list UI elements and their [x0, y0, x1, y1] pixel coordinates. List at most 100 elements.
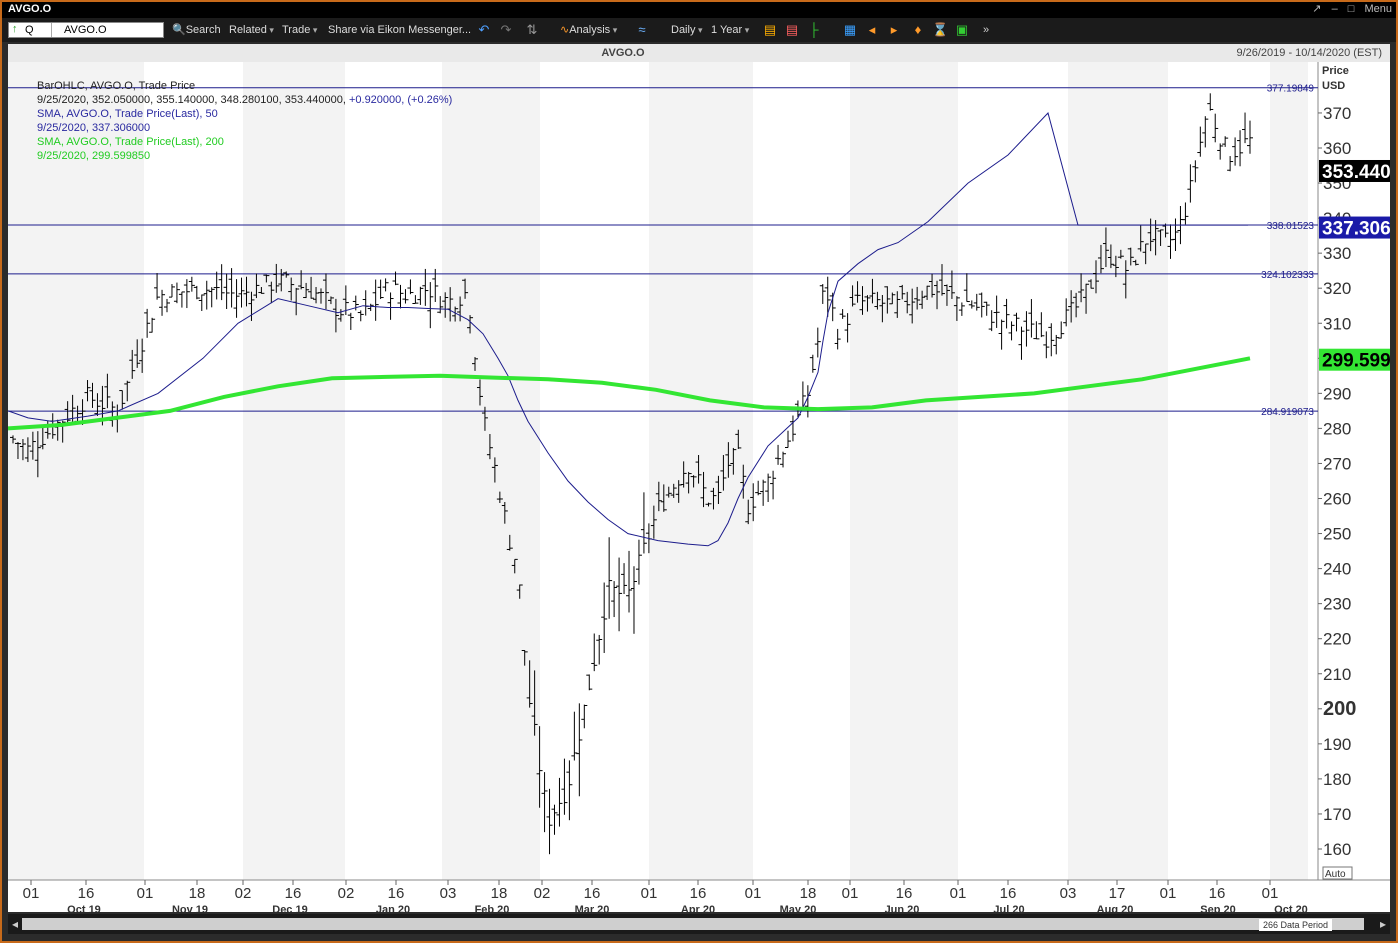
scroll-left-arrow-icon[interactable]: ◂ — [9, 917, 21, 931]
chart-area[interactable]: 160 170 180 190 200 210 220 230 240 250 260 270 280 2… — [8, 62, 1390, 912]
x-month-label: Jul 20 — [993, 904, 1024, 912]
month-band — [649, 62, 753, 880]
x-month-label: Sep 20 — [1200, 904, 1235, 912]
ohlc-bar — [1167, 224, 1174, 259]
compare-chart-icon[interactable]: ▤ — [784, 22, 800, 38]
expand-icon[interactable]: ↗ — [1312, 3, 1321, 15]
scroll-end-icon[interactable]: ▸ — [886, 22, 902, 38]
sma50-line — [8, 112, 1248, 547]
ohlc-bar — [1222, 136, 1229, 147]
x-tick-label: 18 — [491, 885, 508, 902]
ohlc-bar — [958, 302, 965, 316]
symbol-prefix[interactable]: Q — [25, 24, 34, 36]
y-axis-label: Price — [1322, 65, 1349, 77]
x-tick-label: 01 — [842, 885, 859, 902]
chart-legend: BarOHLC, AVGO.O, Trade Price 9/25/2020, … — [37, 79, 452, 163]
ohlc-bar — [606, 537, 613, 619]
y-tick-label: 260 — [1323, 490, 1351, 509]
x-tick-label: 01 — [23, 885, 40, 902]
legend-ohlc-numbers: 9/25/2020, 352.050000, 355.140000, 348.2… — [37, 94, 346, 106]
ohlc-bar — [755, 480, 762, 496]
x-month-label: Dec 19 — [272, 904, 307, 912]
window-title: AVGO.O — [8, 3, 52, 15]
trade-menu[interactable]: Trade — [282, 22, 317, 38]
share-button[interactable]: Share via Eikon Messenger... — [328, 22, 471, 38]
more-icon[interactable]: » — [978, 22, 994, 38]
ohlc-bar — [601, 582, 608, 653]
ohlc-bar — [576, 703, 583, 797]
ohlc-bar — [159, 289, 166, 316]
related-menu[interactable]: Related — [229, 22, 274, 38]
ohlc-bar — [541, 772, 548, 833]
undo-icon[interactable]: ↶ — [476, 22, 492, 38]
ohlc-bar — [973, 293, 980, 311]
ohlc-bar — [188, 276, 195, 292]
select-icon[interactable]: ▣ — [954, 22, 970, 38]
x-month-label: Oct 20 — [1274, 904, 1308, 912]
month-band — [442, 62, 540, 880]
redo-icon[interactable]: ↷ — [498, 22, 514, 38]
search-button[interactable]: 🔍Search — [172, 22, 221, 38]
scroll-right-arrow-icon[interactable]: ▸ — [1377, 917, 1389, 931]
analysis-label: Analysis — [569, 24, 611, 36]
y-tick-label: 180 — [1323, 770, 1351, 789]
y-tick-label: 230 — [1323, 595, 1351, 614]
ohlc-bar — [427, 282, 434, 329]
ohlc-bar — [1242, 112, 1249, 144]
price-chart[interactable]: 160 170 180 190 200 210 220 230 240 250 260 270 280 2… — [8, 62, 1390, 912]
legend-ohlc-change: +0.920000, (+0.26%) — [348, 94, 453, 106]
ohlc-bar — [1003, 298, 1010, 329]
ohlc-bar — [372, 279, 379, 321]
window-controls: ↗ – □ Menu — [1305, 2, 1392, 15]
y-tick-label: 280 — [1323, 419, 1351, 438]
analysis-menu[interactable]: ∿Analysis — [560, 22, 617, 38]
auto-scale-label: Auto — [1325, 869, 1346, 880]
crosshair-icon[interactable]: ⇅ — [524, 22, 540, 38]
data-period-label: 266 Data Period — [1258, 919, 1332, 931]
symbol-box[interactable]: ↑ Q — [8, 22, 164, 38]
ohlc-bar — [367, 303, 374, 312]
symbol-input[interactable] — [64, 23, 159, 37]
time-scrollbar[interactable]: ◂ 266 Data Period ▸ — [8, 914, 1390, 934]
interval-menu[interactable]: Daily — [671, 22, 702, 38]
scrollbar-track[interactable] — [22, 918, 1364, 930]
restore-icon[interactable]: □ — [1348, 3, 1355, 15]
ohlc-bar — [551, 804, 558, 835]
line-chart-icon[interactable]: ▤ — [762, 22, 778, 38]
y-tick-label: 210 — [1323, 665, 1351, 684]
menu-button[interactable]: Menu — [1364, 3, 1392, 15]
ohlc-bar — [1048, 323, 1055, 357]
up-arrow-icon: ↑ — [12, 23, 18, 35]
ohlc-bar — [154, 273, 161, 300]
ohlc-bar — [218, 264, 225, 301]
ohlc-bar — [784, 430, 791, 449]
ohlc-bar — [407, 279, 414, 295]
indicator-icon[interactable]: ├ — [806, 22, 822, 38]
y-tick-label: 290 — [1323, 384, 1351, 403]
x-month-label: Jan 20 — [376, 904, 410, 912]
wave-icon[interactable]: ≈ — [634, 22, 650, 38]
ohlc-bar — [1058, 321, 1065, 339]
zoom-vertical-icon[interactable]: ♦ — [910, 22, 926, 38]
ohlc-bar — [591, 633, 598, 672]
legend-ohlc-values: 9/25/2020, 352.050000, 355.140000, 348.2… — [37, 93, 452, 107]
last-price-tag: 353.440 — [1319, 159, 1390, 183]
ohlc-bar — [1247, 120, 1253, 154]
minimize-icon[interactable]: – — [1332, 3, 1338, 15]
reference-line-label: 324.102333 — [1261, 270, 1314, 281]
scroll-left-icon[interactable]: ◂ — [864, 22, 880, 38]
ohlc-bar — [626, 550, 633, 613]
y-tick-label: 220 — [1323, 630, 1351, 649]
chart-symbol: AVGO.O — [601, 47, 645, 59]
table-icon[interactable]: ▦ — [842, 22, 858, 38]
hourglass-icon[interactable]: ⌛ — [932, 22, 948, 38]
search-icon: 🔍 — [172, 24, 186, 36]
ohlc-bar — [362, 290, 369, 316]
analysis-icon: ∿ — [560, 24, 570, 36]
x-tick-label: 03 — [1060, 885, 1077, 902]
x-tick-label: 16 — [896, 885, 913, 902]
y-tick-label: 240 — [1323, 560, 1351, 579]
ohlc-bar — [168, 284, 175, 298]
ohlc-bar — [998, 319, 1005, 350]
period-menu[interactable]: 1 Year — [711, 22, 749, 38]
